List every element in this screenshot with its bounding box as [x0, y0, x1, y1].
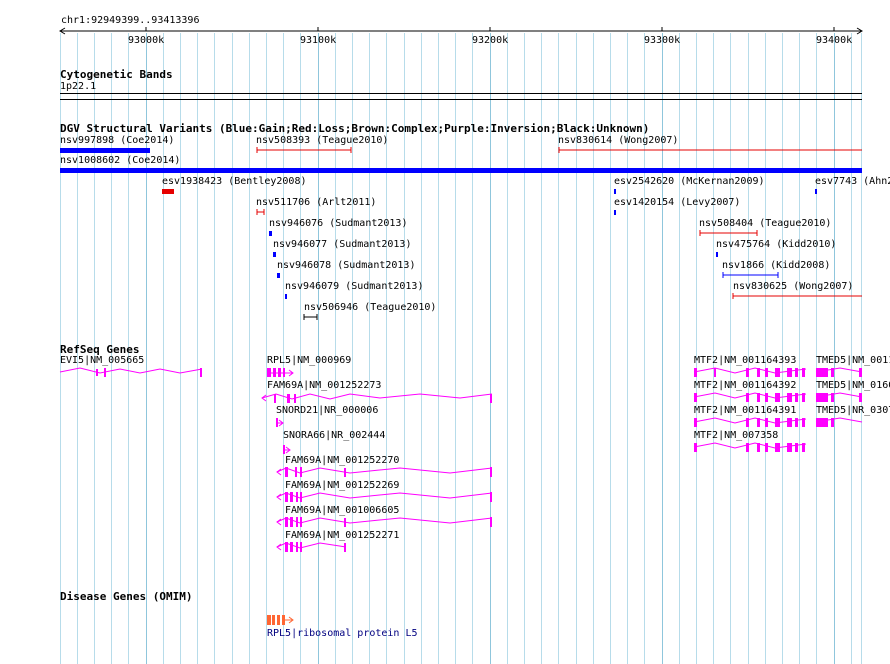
ruler-tick-label: 93200k — [472, 35, 509, 46]
dgv-nsv830614-bar[interactable] — [558, 147, 862, 153]
dgv-feature-label[interactable]: esv2542620 (McKernan2009) — [614, 176, 765, 188]
gene-mtf2-392-model[interactable] — [693, 392, 807, 402]
dgv-feature-label[interactable]: esv1938423 (Bentley2008) — [162, 176, 307, 188]
dgv-feature-label[interactable]: nsv475764 (Kidd2010) — [716, 239, 836, 251]
gene-label[interactable]: FAM69A|NM_001252269 — [285, 480, 399, 492]
gene-label[interactable]: TMED5|NM_0011 — [816, 355, 890, 367]
gene-label[interactable]: FAM69A|NM_001252271 — [285, 530, 399, 542]
omim-gene-label[interactable]: RPL5|ribosomal protein L5 — [267, 628, 418, 640]
gene-label[interactable]: FAM69A|NM_001252270 — [285, 455, 399, 467]
ruler-line — [59, 27, 863, 35]
dgv-feature-label[interactable]: nsv830625 (Wong2007) — [733, 281, 853, 293]
gene-tmed5-1-model[interactable] — [815, 367, 863, 377]
dgv-esv1938423-bar[interactable] — [162, 189, 174, 194]
gene-snora66-model[interactable] — [283, 445, 291, 454]
dgv-feature-label[interactable]: nsv508404 (Teague2010) — [699, 218, 831, 230]
dgv-nsv946076-bar[interactable] — [269, 231, 272, 236]
gene-fam69a-605-model[interactable] — [276, 517, 493, 527]
dgv-feature-label[interactable]: nsv1008602 (Coe2014) — [60, 155, 180, 167]
gene-mtf2-358-model[interactable] — [693, 442, 807, 452]
dgv-feature-label[interactable]: nsv830614 (Wong2007) — [558, 135, 678, 147]
ruler-tick-label: 93100k — [300, 35, 337, 46]
gene-label[interactable]: TMED5|NR_0307 — [816, 405, 890, 417]
dgv-feature-label[interactable]: nsv946079 (Sudmant2013) — [285, 281, 423, 293]
dgv-feature-label[interactable]: nsv946077 (Sudmant2013) — [273, 239, 411, 251]
gene-label[interactable]: SNORA66|NR_002444 — [283, 430, 385, 442]
cytoband-track-title: Cytogenetic Bands — [60, 68, 173, 81]
gene-label[interactable]: MTF2|NM_001164392 — [694, 380, 796, 392]
dgv-nsv997898-bar[interactable] — [60, 148, 150, 153]
gene-fam69a-271-model[interactable] — [276, 542, 347, 552]
dgv-feature-label[interactable]: nsv511706 (Arlt2011) — [256, 197, 376, 209]
omim-track-title: Disease Genes (OMIM) — [60, 590, 193, 603]
dgv-esv7743-bar[interactable] — [815, 189, 817, 194]
dgv-esv2542620-bar[interactable] — [614, 189, 616, 194]
ruler-tick-label: 93300k — [644, 35, 681, 46]
gene-label[interactable]: MTF2|NM_001164393 — [694, 355, 796, 367]
dgv-esv1420154-bar[interactable] — [614, 210, 616, 215]
gene-mtf2-391-model[interactable] — [693, 417, 807, 427]
gene-mtf2-393-model[interactable] — [693, 367, 807, 377]
cytoband-bar-top — [60, 93, 862, 94]
gene-label[interactable]: TMED5|NM_0160 — [816, 380, 890, 392]
ruler-tick-label: 93400k — [816, 35, 853, 46]
dgv-nsv830625-bar[interactable] — [732, 293, 862, 299]
dgv-feature-label[interactable]: nsv506946 (Teague2010) — [304, 302, 436, 314]
dgv-feature-label[interactable]: esv1420154 (Levy2007) — [614, 197, 740, 209]
dgv-feature-label[interactable]: esv7743 (Ahn2 — [815, 176, 890, 188]
dgv-nsv946078-bar[interactable] — [277, 273, 280, 278]
gene-fam69a-273-model[interactable] — [261, 393, 493, 403]
dgv-feature-label[interactable]: nsv508393 (Teague2010) — [256, 135, 388, 147]
dgv-nsv946079-bar[interactable] — [285, 294, 287, 299]
dgv-nsv508393-bar[interactable] — [256, 147, 352, 153]
dgv-nsv508404-bar[interactable] — [699, 230, 758, 236]
ruler-tick-label: 93000k — [128, 35, 165, 46]
gene-fam69a-269-model[interactable] — [276, 492, 493, 502]
dgv-nsv506946-bar[interactable] — [303, 314, 318, 320]
dgv-nsv511706-bar[interactable] — [256, 209, 265, 215]
omim-rpl5-model[interactable] — [267, 615, 294, 625]
gene-tmed5-2-model[interactable] — [815, 392, 863, 402]
genome-browser-view: chr1:92949399..93413396 93000k 93100k 93… — [0, 0, 890, 664]
dgv-feature-label[interactable]: nsv1866 (Kidd2008) — [722, 260, 830, 272]
gene-evi5-model[interactable] — [59, 367, 203, 377]
dgv-feature-label[interactable]: nsv946078 (Sudmant2013) — [277, 260, 415, 272]
gene-rpl5-model[interactable] — [267, 368, 294, 377]
gene-label[interactable]: MTF2|NM_001164391 — [694, 405, 796, 417]
gene-label[interactable]: SNORD21|NR_000006 — [276, 405, 378, 417]
dgv-feature-label[interactable]: nsv997898 (Coe2014) — [60, 135, 174, 147]
dgv-nsv475764-bar[interactable] — [716, 252, 718, 257]
gene-tmed5-3-model[interactable] — [815, 417, 863, 427]
gene-label[interactable]: FAM69A|NM_001252273 — [267, 380, 381, 392]
cytoband-bar-bottom — [60, 99, 862, 100]
cytoband-label[interactable]: 1p22.1 — [60, 81, 96, 93]
dgv-nsv1866-bar[interactable] — [722, 272, 779, 278]
gene-label[interactable]: RPL5|NM_000969 — [267, 355, 351, 367]
dgv-feature-label[interactable]: nsv946076 (Sudmant2013) — [269, 218, 407, 230]
dgv-track-title: DGV Structural Variants (Blue:Gain;Red:L… — [60, 122, 650, 135]
gene-label[interactable]: EVI5|NM_005665 — [60, 355, 144, 367]
gene-label[interactable]: FAM69A|NM_001006605 — [285, 505, 399, 517]
gene-fam69a-270-model[interactable] — [276, 467, 493, 477]
dgv-nsv946077-bar[interactable] — [273, 252, 276, 257]
dgv-nsv1008602-bar[interactable] — [60, 168, 862, 173]
gene-snord21-model[interactable] — [276, 418, 284, 427]
gene-label[interactable]: MTF2|NM_007358 — [694, 430, 778, 442]
